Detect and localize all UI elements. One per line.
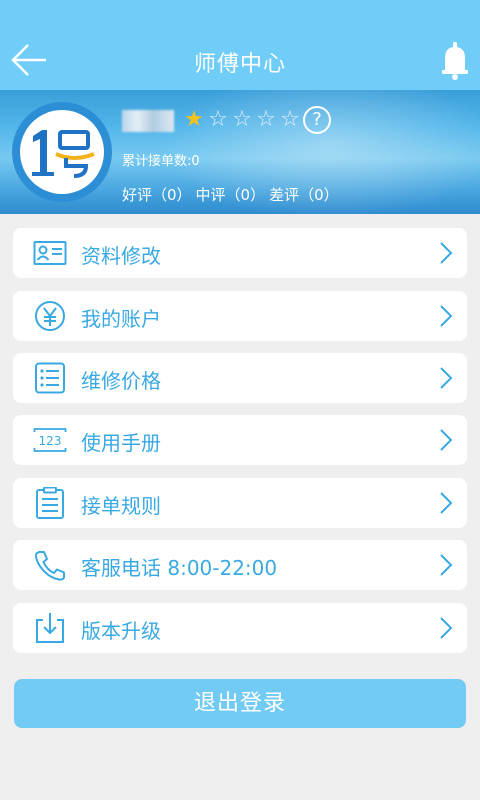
avatar[interactable] bbox=[12, 102, 112, 202]
bad-rating: 差评（0） bbox=[269, 186, 339, 204]
avatar-logo bbox=[20, 110, 104, 194]
bell-icon[interactable] bbox=[440, 40, 470, 80]
menu-item-label: 维修价格 bbox=[81, 369, 161, 393]
good-rating: 好评（0） bbox=[122, 186, 192, 204]
download-icon bbox=[36, 613, 64, 643]
menu-item-user-manual[interactable]: 123 使用手册 bbox=[13, 415, 467, 465]
logo-1hao-icon bbox=[32, 130, 95, 178]
rating-stars: ★ ☆ ☆ ☆ ☆ bbox=[182, 108, 302, 132]
chevron-right-icon bbox=[440, 492, 453, 514]
page-title: 师傅中心 bbox=[193, 52, 286, 77]
chevron-right-icon bbox=[440, 367, 453, 389]
chevron-right-icon bbox=[440, 242, 453, 264]
star-filled-icon: ★ bbox=[184, 107, 204, 132]
svg-text:123: 123 bbox=[39, 434, 62, 448]
phone-icon bbox=[35, 551, 65, 581]
menu-item-label: 版本升级 bbox=[81, 619, 161, 643]
menu-item-profile-edit[interactable]: 资料修改 bbox=[13, 228, 467, 278]
chevron-right-icon bbox=[440, 617, 453, 639]
chevron-right-icon bbox=[440, 429, 453, 451]
clipboard-icon bbox=[36, 487, 64, 519]
menu-item-version-upgrade[interactable]: 版本升级 bbox=[13, 603, 467, 653]
profile-banner: ★ ☆ ☆ ☆ ☆ ? 累计接单数:0 好评（0） 中评（0） 差评（0） bbox=[0, 90, 480, 214]
top-bar: 师傅中心 bbox=[0, 0, 480, 90]
chevron-right-icon bbox=[440, 554, 453, 576]
menu-item-label: 使用手册 bbox=[81, 431, 161, 455]
logout-button[interactable]: 退出登录 bbox=[14, 679, 466, 728]
menu-item-label: 客服电话 8:00-22:00 bbox=[81, 556, 278, 580]
menu-item-repair-price[interactable]: 维修价格 bbox=[13, 353, 467, 403]
chevron-right-icon bbox=[440, 305, 453, 327]
menu-item-label: 接单规则 bbox=[81, 494, 161, 518]
numbers-123-icon: 123 bbox=[33, 428, 67, 452]
list-icon bbox=[35, 362, 65, 394]
menu-item-order-rules[interactable]: 接单规则 bbox=[13, 478, 467, 528]
yuan-icon bbox=[35, 301, 65, 331]
order-count: 累计接单数:0 bbox=[122, 154, 200, 169]
username-redacted bbox=[122, 110, 174, 132]
star-empty-icon: ☆ bbox=[256, 107, 276, 132]
star-empty-icon: ☆ bbox=[208, 107, 228, 132]
menu-item-label: 资料修改 bbox=[81, 244, 161, 268]
help-icon[interactable]: ? bbox=[303, 106, 331, 134]
rating-summary: 好评（0） 中评（0） 差评（0） bbox=[122, 184, 339, 205]
menu-item-label: 我的账户 bbox=[81, 307, 161, 331]
star-empty-icon: ☆ bbox=[232, 107, 252, 132]
menu-item-customer-service[interactable]: 客服电话 8:00-22:00 bbox=[13, 540, 467, 590]
id-card-icon bbox=[33, 241, 67, 265]
star-empty-icon: ☆ bbox=[280, 107, 300, 132]
neutral-rating: 中评（0） bbox=[195, 186, 266, 204]
menu-item-my-account[interactable]: 我的账户 bbox=[13, 291, 467, 341]
